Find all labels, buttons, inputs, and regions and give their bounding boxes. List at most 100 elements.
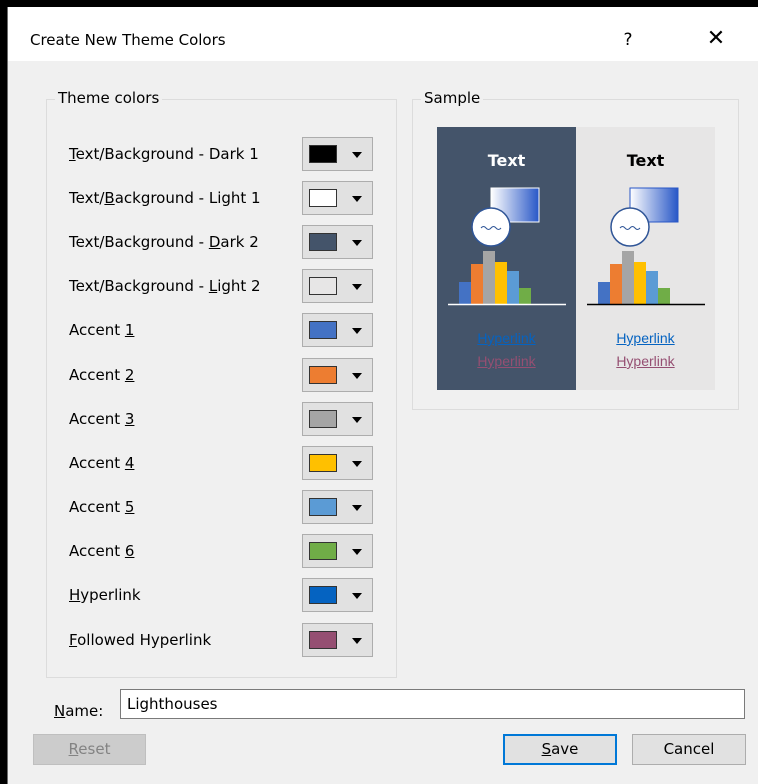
name-input[interactable]: Lighthouses: [120, 689, 745, 719]
label-accesskey: H: [69, 586, 81, 604]
theme-color-label: Accent 1: [69, 321, 134, 339]
sample-shapes-icon: [610, 187, 679, 247]
label-pre: Accent: [69, 410, 125, 428]
save-label: ave: [551, 740, 579, 758]
dropdown-arrow-icon: [352, 328, 362, 334]
label-post: yperlink: [80, 586, 141, 604]
theme-color-label: Accent 2: [69, 366, 134, 384]
color-picker-button[interactable]: [302, 490, 373, 524]
label-accesskey: 6: [124, 542, 135, 560]
theme-color-row: Text/Background - Dark 1: [69, 137, 389, 173]
theme-color-row: Text/Background - Light 1: [69, 181, 389, 217]
theme-color-row: Text/Background - Light 2: [69, 269, 389, 305]
color-picker-button[interactable]: [302, 269, 373, 303]
label-accesskey: B: [104, 189, 115, 207]
color-picker-button[interactable]: [302, 225, 373, 259]
cancel-button[interactable]: Cancel: [632, 734, 746, 765]
color-picker-button[interactable]: [302, 313, 373, 347]
label-pre: Text/: [69, 189, 105, 207]
color-swatch: [309, 189, 337, 207]
label-accesskey: 2: [124, 366, 135, 384]
sample-text: Text: [487, 151, 526, 170]
label-pre: Text/Background -: [69, 277, 209, 295]
sample-bar-chart-icon: [448, 251, 566, 306]
sample-bar-chart-icon: [587, 251, 705, 306]
color-picker-button[interactable]: [302, 181, 373, 215]
label-pre: Text/Background -: [69, 233, 209, 251]
color-swatch: [309, 366, 337, 384]
label-accesskey: F: [69, 631, 78, 649]
sample-legend: Sample: [421, 89, 484, 107]
sample-hyperlink: Hyperlink: [477, 330, 536, 346]
color-picker-button[interactable]: [302, 446, 373, 480]
theme-color-label: Text/Background - Dark 2: [69, 233, 259, 251]
label-post: ext/Background - Dark 1: [75, 145, 259, 163]
theme-color-label: Accent 4: [69, 454, 134, 472]
color-picker-button[interactable]: [302, 358, 373, 392]
label-pre: Accent: [69, 366, 125, 384]
label-accesskey: L: [208, 277, 218, 295]
dropdown-arrow-icon: [352, 152, 362, 158]
label-accesskey: 3: [124, 410, 135, 428]
sample-light-panel: Text Hyperlink Hyperlink: [576, 127, 715, 390]
theme-colors-group: Theme colors Text/Background - Dark 1 Tex…: [46, 89, 397, 678]
dropdown-arrow-icon: [352, 461, 362, 467]
reset-accesskey: R: [68, 740, 79, 758]
sample-hyperlink: Hyperlink: [616, 330, 675, 346]
theme-color-row: Accent 2: [69, 358, 389, 394]
dropdown-arrow-icon: [352, 196, 362, 202]
sample-followed-hyperlink: Hyperlink: [616, 353, 675, 369]
color-picker-button[interactable]: [302, 578, 373, 612]
color-picker-button[interactable]: [302, 623, 373, 657]
color-swatch: [309, 410, 337, 428]
theme-color-row: Accent 5: [69, 490, 389, 526]
reset-button[interactable]: Reset: [33, 734, 146, 765]
color-swatch: [309, 586, 337, 604]
theme-color-row: Accent 1: [69, 313, 389, 349]
dropdown-arrow-icon: [352, 240, 362, 246]
dropdown-arrow-icon: [352, 373, 362, 379]
dropdown-arrow-icon: [352, 593, 362, 599]
theme-color-label: Text/Background - Light 2: [69, 277, 261, 295]
label-post: ackground - Light 1: [114, 189, 261, 207]
theme-color-row: Accent 4: [69, 446, 389, 482]
dropdown-arrow-icon: [352, 284, 362, 290]
name-label: Name:: [54, 702, 103, 720]
title-bar: Create New Theme Colors ? ✕: [8, 7, 758, 61]
color-swatch: [309, 542, 337, 560]
color-swatch: [309, 454, 337, 472]
color-swatch: [309, 631, 337, 649]
color-swatch: [309, 277, 337, 295]
theme-color-row: Followed Hyperlink: [69, 623, 389, 659]
save-button[interactable]: Save: [503, 734, 617, 765]
dropdown-arrow-icon: [352, 549, 362, 555]
color-swatch: [309, 321, 337, 339]
color-picker-button[interactable]: [302, 534, 373, 568]
dropdown-arrow-icon: [352, 417, 362, 423]
label-pre: Accent: [69, 542, 125, 560]
color-picker-button[interactable]: [302, 402, 373, 436]
reset-label: eset: [78, 740, 111, 758]
theme-color-label: Accent 5: [69, 498, 134, 516]
label-post: ollowed Hyperlink: [77, 631, 212, 649]
color-swatch: [309, 145, 337, 163]
dropdown-arrow-icon: [352, 505, 362, 511]
theme-color-label: Hyperlink: [69, 586, 141, 604]
sample-shapes-icon: [471, 187, 540, 247]
help-button[interactable]: ?: [613, 25, 643, 55]
label-pre: Accent: [69, 498, 125, 516]
color-picker-button[interactable]: [302, 137, 373, 171]
name-label-accesskey: N: [54, 702, 66, 720]
theme-color-row: Accent 3: [69, 402, 389, 438]
label-accesskey: 5: [124, 498, 135, 516]
sample-dark-panel: Text Hyperlink Hyperlink: [437, 127, 576, 390]
label-accesskey: D: [208, 233, 221, 251]
create-theme-colors-dialog: Create New Theme Colors ? ✕ Theme colors…: [7, 7, 758, 784]
label-accesskey: 4: [124, 454, 135, 472]
theme-color-label: Accent 6: [69, 542, 134, 560]
sample-group: Sample Text Hyperlink Hyperlink Text Hyp…: [412, 89, 739, 410]
theme-color-row: Accent 6: [69, 534, 389, 570]
theme-color-row: Hyperlink: [69, 578, 389, 614]
close-button[interactable]: ✕: [698, 23, 734, 55]
sample-text: Text: [626, 151, 665, 170]
